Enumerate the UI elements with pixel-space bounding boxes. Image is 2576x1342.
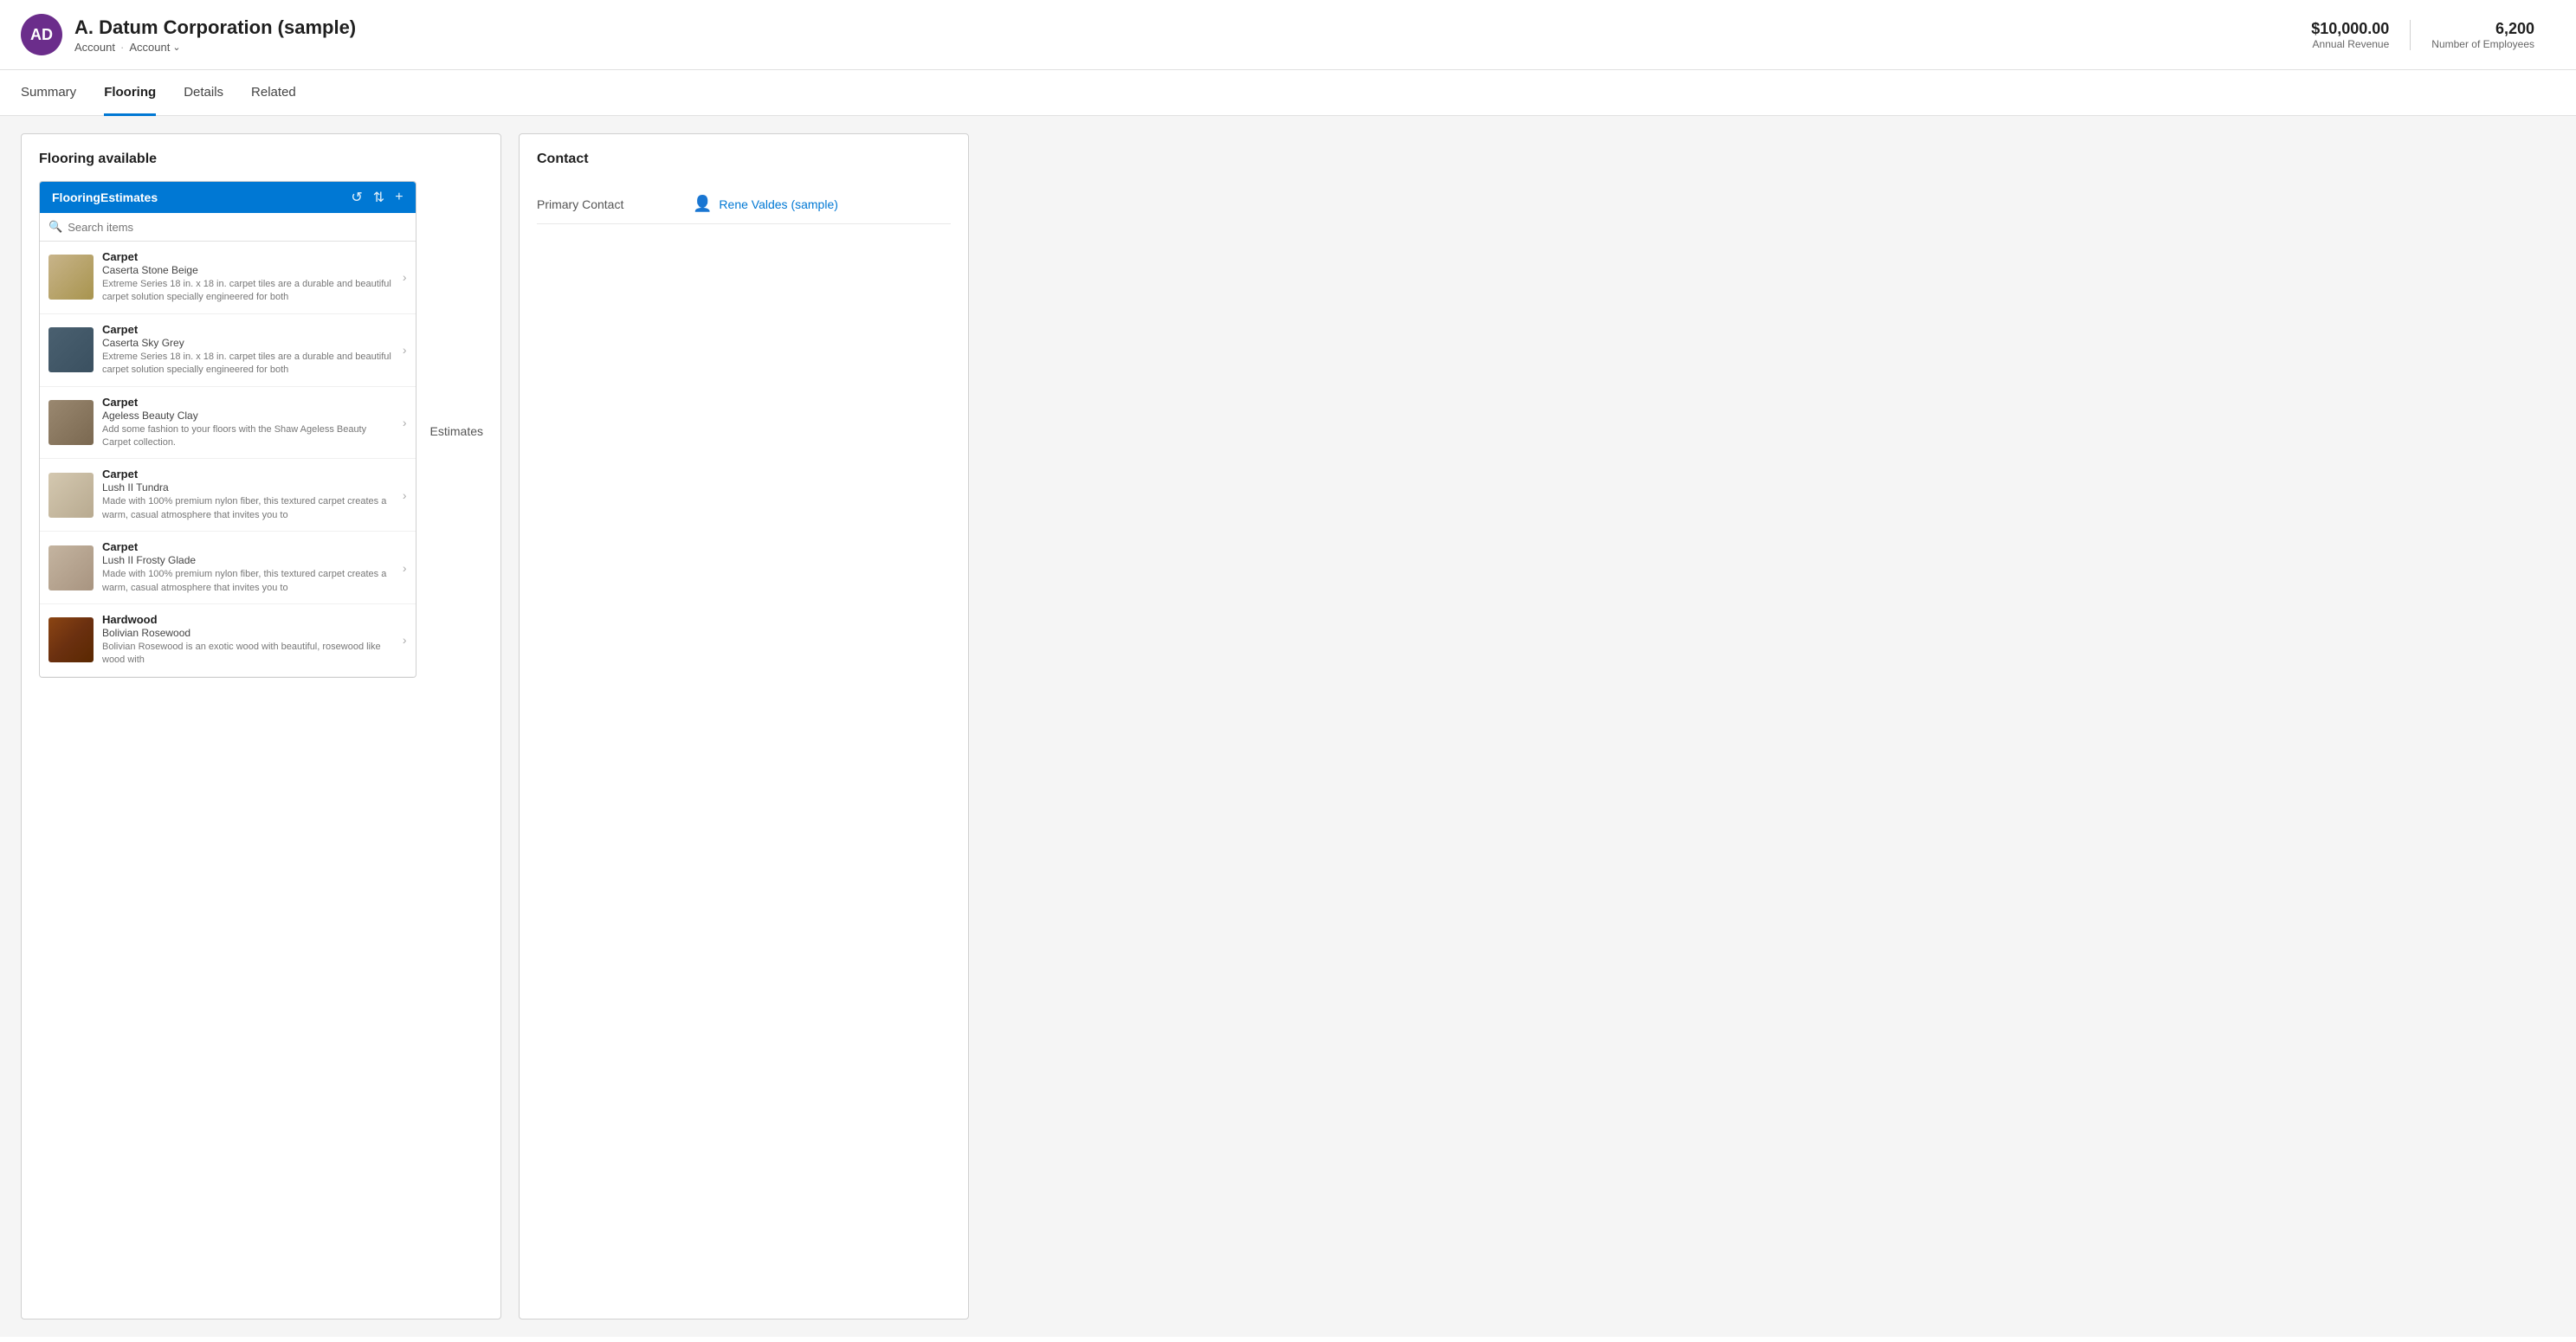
breadcrumb-account2-label: Account: [129, 41, 170, 54]
item-thumbnail: [48, 473, 94, 518]
list-item[interactable]: Carpet Lush II Tundra Made with 100% pre…: [40, 459, 416, 532]
item-name: Bolivian Rosewood: [102, 627, 394, 639]
person-icon: 👤: [693, 195, 712, 213]
item-description: Bolivian Rosewood is an exotic wood with…: [102, 641, 394, 668]
item-description: Made with 100% premium nylon fiber, this…: [102, 495, 394, 522]
primary-contact-row: Primary Contact 👤 Rene Valdes (sample): [537, 184, 951, 224]
item-description: Made with 100% premium nylon fiber, this…: [102, 568, 394, 595]
breadcrumb-account2-dropdown[interactable]: Account ⌄: [129, 41, 180, 54]
sort-icon[interactable]: ⇅: [373, 189, 384, 206]
chevron-right-icon: ›: [403, 561, 407, 575]
item-name: Caserta Stone Beige: [102, 264, 394, 276]
item-category: Carpet: [102, 323, 394, 336]
header-stats: $10,000.00 Annual Revenue 6,200 Number o…: [2290, 20, 2555, 50]
list-item[interactable]: Hardwood Bolivian Rosewood Bolivian Rose…: [40, 604, 416, 677]
stat-employees: 6,200 Number of Employees: [2410, 20, 2555, 50]
right-panel: Contact Primary Contact 👤 Rene Valdes (s…: [519, 133, 969, 1319]
list-item[interactable]: Carpet Lush II Frosty Glade Made with 10…: [40, 532, 416, 604]
item-name: Ageless Beauty Clay: [102, 410, 394, 422]
breadcrumb: Account · Account ⌄: [74, 41, 2290, 54]
item-description: Add some fashion to your floors with the…: [102, 423, 394, 450]
estimates-label: Estimates: [430, 424, 483, 438]
main-content: Flooring available FlooringEstimates ↺ ⇅…: [0, 116, 2576, 1337]
item-info: Carpet Lush II Frosty Glade Made with 10…: [102, 540, 394, 595]
item-thumbnail: [48, 617, 94, 662]
search-input[interactable]: [68, 221, 406, 234]
breadcrumb-account1: Account: [74, 41, 115, 54]
subpanel-search-bar: 🔍: [40, 213, 416, 242]
subpanel-header: FlooringEstimates ↺ ⇅ +: [40, 182, 416, 213]
contact-title: Contact: [537, 152, 951, 167]
items-list: Carpet Caserta Stone Beige Extreme Serie…: [40, 242, 416, 677]
breadcrumb-dot: ·: [120, 41, 124, 54]
refresh-icon[interactable]: ↺: [351, 189, 362, 206]
tab-details[interactable]: Details: [184, 71, 223, 116]
tab-flooring[interactable]: Flooring: [104, 71, 156, 116]
flooring-available-title: Flooring available: [39, 152, 483, 167]
item-category: Carpet: [102, 540, 394, 553]
annual-revenue-label: Annual Revenue: [2311, 38, 2389, 50]
primary-contact-label: Primary Contact: [537, 197, 675, 211]
annual-revenue-value: $10,000.00: [2311, 20, 2389, 38]
chevron-right-icon: ›: [403, 633, 407, 647]
item-thumbnail: [48, 545, 94, 590]
page-title: A. Datum Corporation (sample): [74, 16, 2290, 39]
item-category: Carpet: [102, 250, 394, 263]
list-item[interactable]: Carpet Caserta Sky Grey Extreme Series 1…: [40, 314, 416, 387]
item-name: Lush II Tundra: [102, 481, 394, 494]
item-info: Carpet Ageless Beauty Clay Add some fash…: [102, 396, 394, 450]
avatar: AD: [21, 14, 62, 55]
list-item[interactable]: Carpet Ageless Beauty Clay Add some fash…: [40, 387, 416, 460]
item-name: Lush II Frosty Glade: [102, 554, 394, 566]
search-icon: 🔍: [48, 220, 62, 234]
item-category: Hardwood: [102, 613, 394, 626]
item-category: Carpet: [102, 468, 394, 481]
primary-contact-value[interactable]: 👤 Rene Valdes (sample): [693, 195, 838, 213]
subpanel-title: FlooringEstimates: [52, 190, 340, 204]
item-description: Extreme Series 18 in. x 18 in. carpet ti…: [102, 278, 394, 305]
header-title-block: A. Datum Corporation (sample) Account · …: [74, 16, 2290, 54]
item-info: Carpet Caserta Sky Grey Extreme Series 1…: [102, 323, 394, 377]
tab-summary[interactable]: Summary: [21, 71, 76, 116]
item-info: Hardwood Bolivian Rosewood Bolivian Rose…: [102, 613, 394, 668]
employees-value: 6,200: [2431, 20, 2534, 38]
chevron-right-icon: ›: [403, 416, 407, 429]
header: AD A. Datum Corporation (sample) Account…: [0, 0, 2576, 70]
add-icon[interactable]: +: [395, 190, 403, 205]
item-thumbnail: [48, 327, 94, 372]
nav-tabs: Summary Flooring Details Related: [0, 70, 2576, 116]
left-panel: Flooring available FlooringEstimates ↺ ⇅…: [21, 133, 501, 1319]
flooring-subpanel: FlooringEstimates ↺ ⇅ + 🔍 Carpet Caserta…: [39, 181, 416, 678]
tab-related[interactable]: Related: [251, 71, 296, 116]
item-description: Extreme Series 18 in. x 18 in. carpet ti…: [102, 351, 394, 377]
item-info: Carpet Lush II Tundra Made with 100% pre…: [102, 468, 394, 522]
chevron-right-icon: ›: [403, 270, 407, 284]
item-info: Carpet Caserta Stone Beige Extreme Serie…: [102, 250, 394, 305]
item-name: Caserta Sky Grey: [102, 337, 394, 349]
stat-annual-revenue: $10,000.00 Annual Revenue: [2290, 20, 2410, 50]
item-thumbnail: [48, 255, 94, 300]
primary-contact-name: Rene Valdes (sample): [719, 197, 837, 211]
item-category: Carpet: [102, 396, 394, 409]
employees-label: Number of Employees: [2431, 38, 2534, 50]
chevron-down-icon: ⌄: [172, 42, 180, 53]
list-item[interactable]: Carpet Caserta Stone Beige Extreme Serie…: [40, 242, 416, 314]
chevron-right-icon: ›: [403, 343, 407, 357]
chevron-right-icon: ›: [403, 488, 407, 502]
item-thumbnail: [48, 400, 94, 445]
